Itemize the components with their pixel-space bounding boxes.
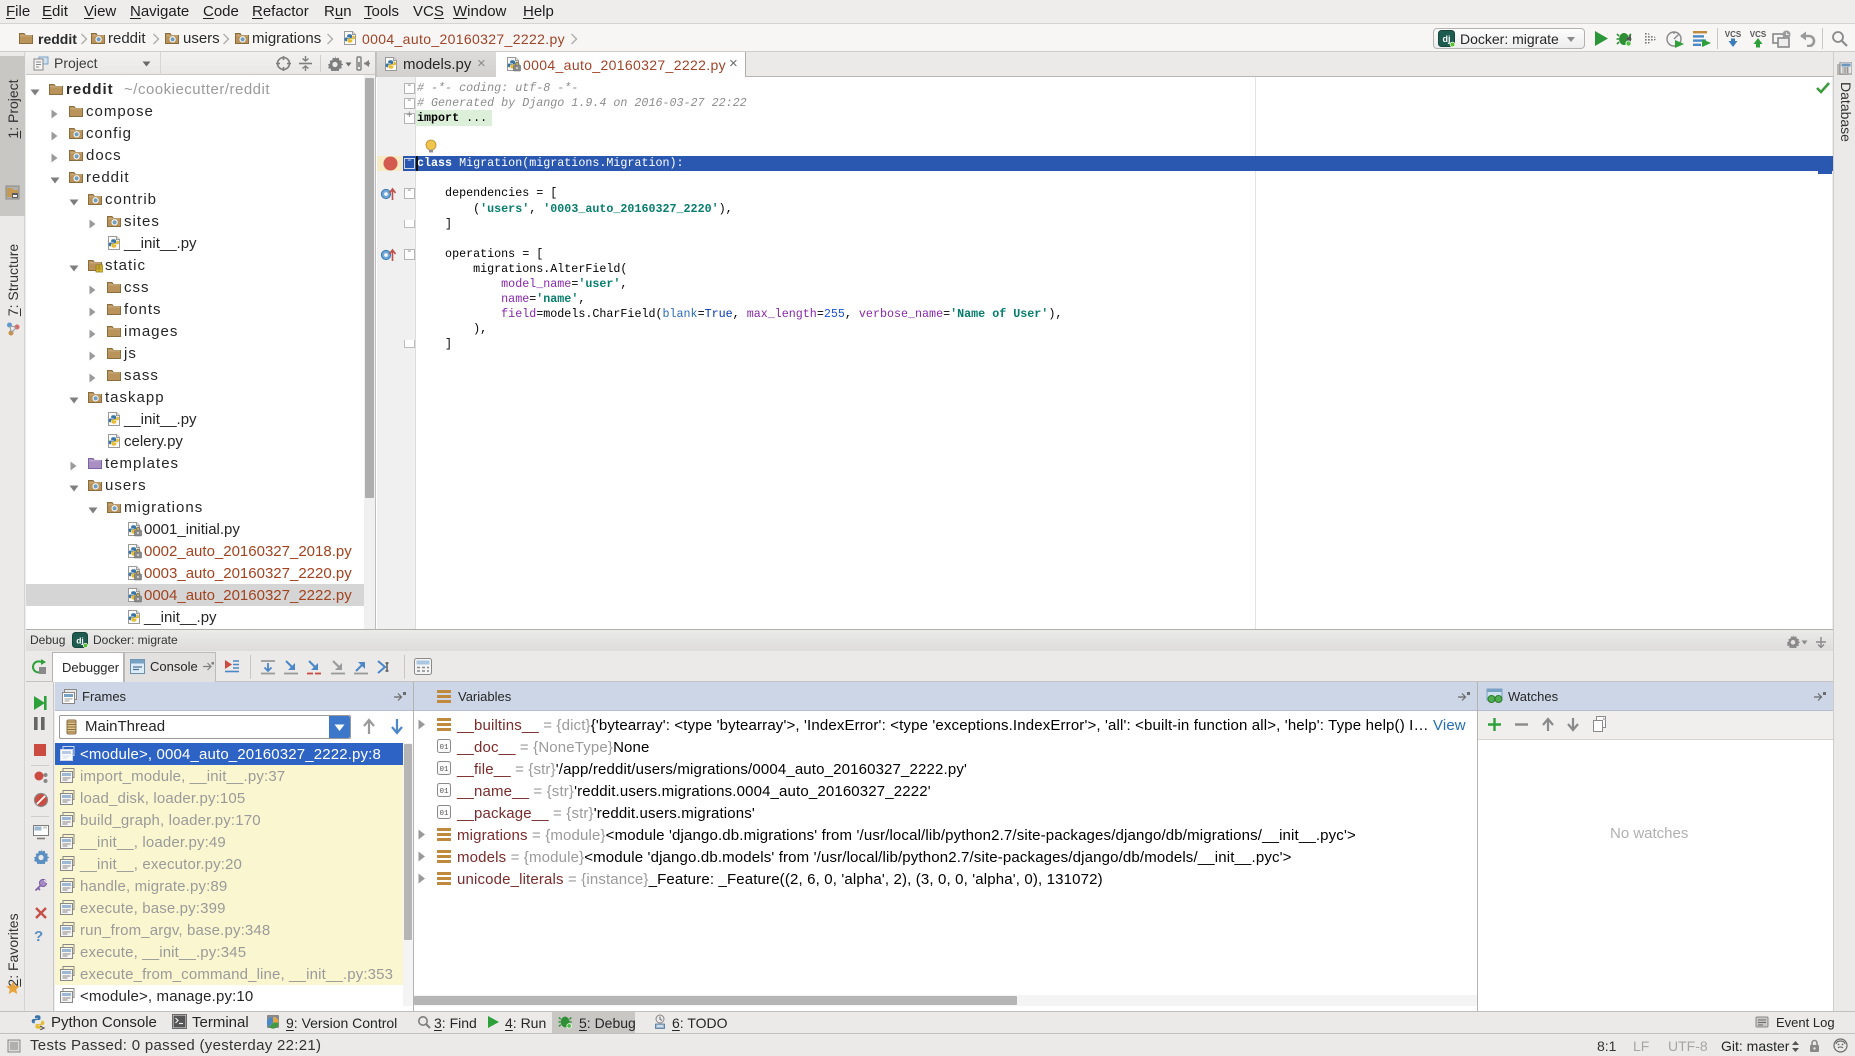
svg-text:VCS: VCS: [1725, 30, 1742, 39]
svg-text:01: 01: [439, 810, 449, 818]
svg-text:dj: dj: [76, 636, 84, 646]
svg-text:01: 01: [439, 788, 449, 796]
svg-text:dj: dj: [1443, 34, 1451, 44]
svg-text:01: 01: [439, 766, 449, 774]
svg-text:01: 01: [439, 744, 449, 752]
svg-text:VCS: VCS: [1750, 30, 1767, 39]
